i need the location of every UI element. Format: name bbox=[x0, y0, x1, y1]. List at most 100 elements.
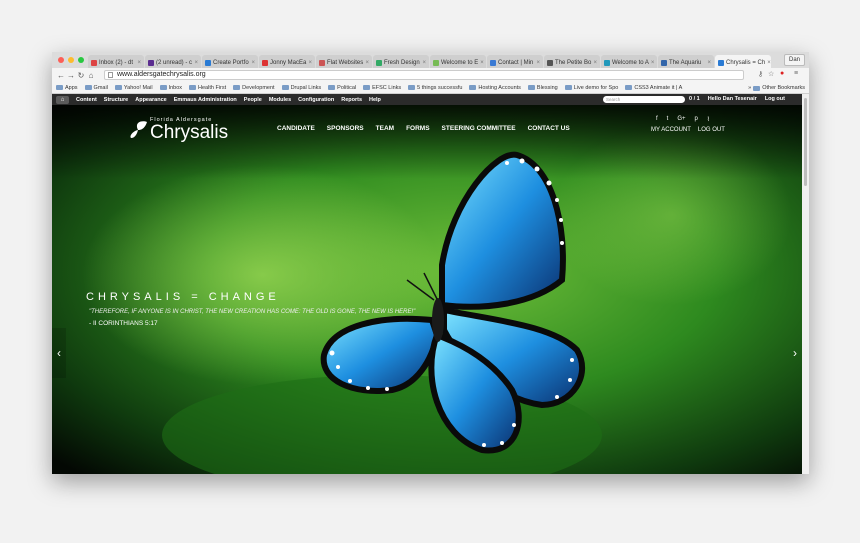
bookmark-item[interactable]: Development bbox=[233, 85, 275, 91]
browser-tab[interactable]: The Aquariu × bbox=[658, 55, 714, 68]
browser-tab[interactable]: Fresh Design × bbox=[373, 55, 429, 68]
admin-menu-item[interactable]: Structure bbox=[104, 97, 128, 103]
browser-tab[interactable]: (2 unread) - c × bbox=[145, 55, 201, 68]
admin-search-input[interactable]: Search bbox=[603, 96, 685, 103]
close-tab-icon[interactable]: × bbox=[137, 60, 141, 66]
nav-link[interactable]: CONTACT US bbox=[528, 125, 570, 132]
bookmark-item[interactable]: Live demo for Spo bbox=[564, 85, 618, 91]
close-tab-icon[interactable]: × bbox=[480, 60, 484, 66]
account-links: MY ACCOUNT LOG OUT bbox=[651, 127, 725, 133]
tab-favicon-icon bbox=[547, 60, 553, 66]
browser-tab[interactable]: Inbox (2) - dt × bbox=[88, 55, 144, 68]
nav-link[interactable]: FORMS bbox=[406, 125, 429, 132]
browser-tab[interactable]: Chrysalis = Ch × bbox=[715, 55, 771, 68]
log-out-link[interactable]: LOG OUT bbox=[698, 127, 725, 133]
bookmark-item[interactable]: Inbox bbox=[159, 85, 182, 91]
nav-link[interactable]: CANDIDATE bbox=[277, 125, 315, 132]
admin-menu-item[interactable]: Reports bbox=[341, 97, 362, 103]
bookmark-item[interactable]: Health First bbox=[189, 85, 226, 91]
profile-button[interactable]: Dan bbox=[783, 54, 805, 66]
tab-label: Inbox (2) - dt bbox=[99, 60, 134, 66]
close-tab-icon[interactable]: × bbox=[767, 60, 771, 66]
admin-menu-item[interactable]: Emmaus Administration bbox=[174, 97, 237, 103]
bookmark-item[interactable]: Political bbox=[328, 85, 356, 91]
bookmark-icon bbox=[233, 85, 241, 90]
close-tab-icon[interactable]: × bbox=[536, 60, 540, 66]
bookmark-icon bbox=[281, 85, 289, 90]
close-tab-icon[interactable]: × bbox=[651, 60, 655, 66]
browser-tab[interactable]: Welcome to E × bbox=[430, 55, 486, 68]
minimize-window-button[interactable] bbox=[68, 57, 74, 63]
browser-tab[interactable]: Flat Websites × bbox=[316, 55, 372, 68]
forward-icon[interactable]: → bbox=[66, 71, 76, 80]
close-tab-icon[interactable]: × bbox=[365, 60, 369, 66]
bookmark-star-icon[interactable]: ☆ bbox=[768, 70, 774, 78]
close-tab-icon[interactable]: × bbox=[593, 60, 597, 66]
google-plus-icon[interactable]: G+ bbox=[677, 116, 685, 123]
nav-link[interactable]: SPONSORS bbox=[327, 125, 364, 132]
site-logo[interactable]: Florida Aldersgate Chrysalis bbox=[128, 116, 238, 146]
more-bookmarks-icon[interactable]: » bbox=[748, 85, 751, 91]
bookmark-item[interactable]: Apps bbox=[56, 85, 78, 91]
admin-menu-item[interactable]: Content bbox=[76, 97, 97, 103]
slider-next-button[interactable]: › bbox=[788, 328, 802, 378]
browser-tab[interactable]: Create Portfo × bbox=[202, 55, 258, 68]
rss-icon[interactable]: ⌇ bbox=[707, 116, 710, 123]
close-tab-icon[interactable]: × bbox=[194, 60, 198, 66]
tab-label: The Petite Bo bbox=[555, 60, 592, 66]
tab-favicon-icon bbox=[205, 60, 211, 66]
admin-menu-item[interactable]: Configuration bbox=[298, 97, 334, 103]
url-text: www.aldersgatechrysalis.org bbox=[117, 71, 206, 78]
nav-link[interactable]: STEERING COMMITTEE bbox=[442, 125, 516, 132]
admin-home-icon[interactable]: ⌂ bbox=[56, 95, 69, 104]
close-tab-icon[interactable]: × bbox=[251, 60, 255, 66]
twitter-icon[interactable]: t bbox=[667, 116, 669, 123]
bookmark-item[interactable]: Hosting Accounts bbox=[469, 85, 521, 91]
my-account-link[interactable]: MY ACCOUNT bbox=[651, 127, 691, 133]
close-tab-icon[interactable]: × bbox=[707, 60, 711, 66]
browser-tabs: Inbox (2) - dt × (2 unread) - c × Create Por… bbox=[88, 55, 771, 68]
key-icon[interactable]: ⚷ bbox=[758, 70, 763, 78]
close-tab-icon[interactable]: × bbox=[422, 60, 426, 66]
bookmark-label: Hosting Accounts bbox=[478, 84, 521, 91]
admin-menu-item[interactable]: Appearance bbox=[135, 97, 167, 103]
bookmark-icon bbox=[114, 85, 122, 90]
bookmark-item[interactable]: Yahoo! Mail bbox=[114, 85, 153, 91]
back-icon[interactable]: ← bbox=[56, 71, 66, 80]
scrollbar-thumb[interactable] bbox=[804, 98, 807, 186]
close-window-button[interactable] bbox=[58, 57, 64, 63]
tab-label: The Aquariu bbox=[669, 60, 702, 66]
bookmark-item[interactable]: Gmail bbox=[84, 85, 108, 91]
bookmark-item[interactable]: Blessing bbox=[527, 85, 558, 91]
bookmark-item[interactable]: CSS3 Animate it | A bbox=[625, 85, 682, 91]
facebook-icon[interactable]: f bbox=[656, 116, 658, 123]
pinterest-icon[interactable]: p bbox=[695, 116, 698, 123]
bookmark-item[interactable]: Drupal Links bbox=[281, 85, 321, 91]
admin-greeting[interactable]: Hello Dan Tesenair bbox=[708, 96, 757, 102]
admin-counter[interactable]: 0 / 1 bbox=[689, 96, 700, 102]
toolbar: ← → ↻ ⌂ www.aldersgatechrysalis.org ⚷ ☆ … bbox=[52, 68, 809, 82]
nav-link[interactable]: TEAM bbox=[376, 125, 394, 132]
browser-tab[interactable]: Jonny MacEa × bbox=[259, 55, 315, 68]
close-tab-icon[interactable]: × bbox=[308, 60, 312, 66]
admin-menu-item[interactable]: Modules bbox=[269, 97, 291, 103]
address-bar[interactable]: www.aldersgatechrysalis.org bbox=[104, 70, 744, 80]
bookmark-label: EFSC Links bbox=[372, 84, 402, 91]
reload-icon[interactable]: ↻ bbox=[76, 71, 86, 80]
other-bookmarks[interactable]: Other Bookmarks bbox=[762, 85, 805, 91]
bookmark-item[interactable]: EFSC Links bbox=[363, 85, 401, 91]
slider-prev-button[interactable]: ‹ bbox=[52, 328, 66, 378]
bookmark-icon bbox=[408, 85, 416, 90]
admin-logout-link[interactable]: Log out bbox=[765, 96, 785, 102]
bookmark-label: CSS3 Animate it | A bbox=[634, 84, 683, 91]
adblock-icon[interactable]: ● bbox=[780, 70, 784, 77]
zoom-window-button[interactable] bbox=[78, 57, 84, 63]
admin-menu-item[interactable]: People bbox=[244, 97, 262, 103]
browser-tab[interactable]: Welcome to A × bbox=[601, 55, 657, 68]
browser-tab[interactable]: The Petite Bo × bbox=[544, 55, 600, 68]
home-icon[interactable]: ⌂ bbox=[86, 71, 96, 80]
menu-icon[interactable]: ≡ bbox=[794, 70, 798, 77]
bookmark-item[interactable]: 5 things successfu bbox=[408, 85, 462, 91]
browser-tab[interactable]: Contact | Min × bbox=[487, 55, 543, 68]
admin-menu-item[interactable]: Help bbox=[369, 97, 381, 103]
